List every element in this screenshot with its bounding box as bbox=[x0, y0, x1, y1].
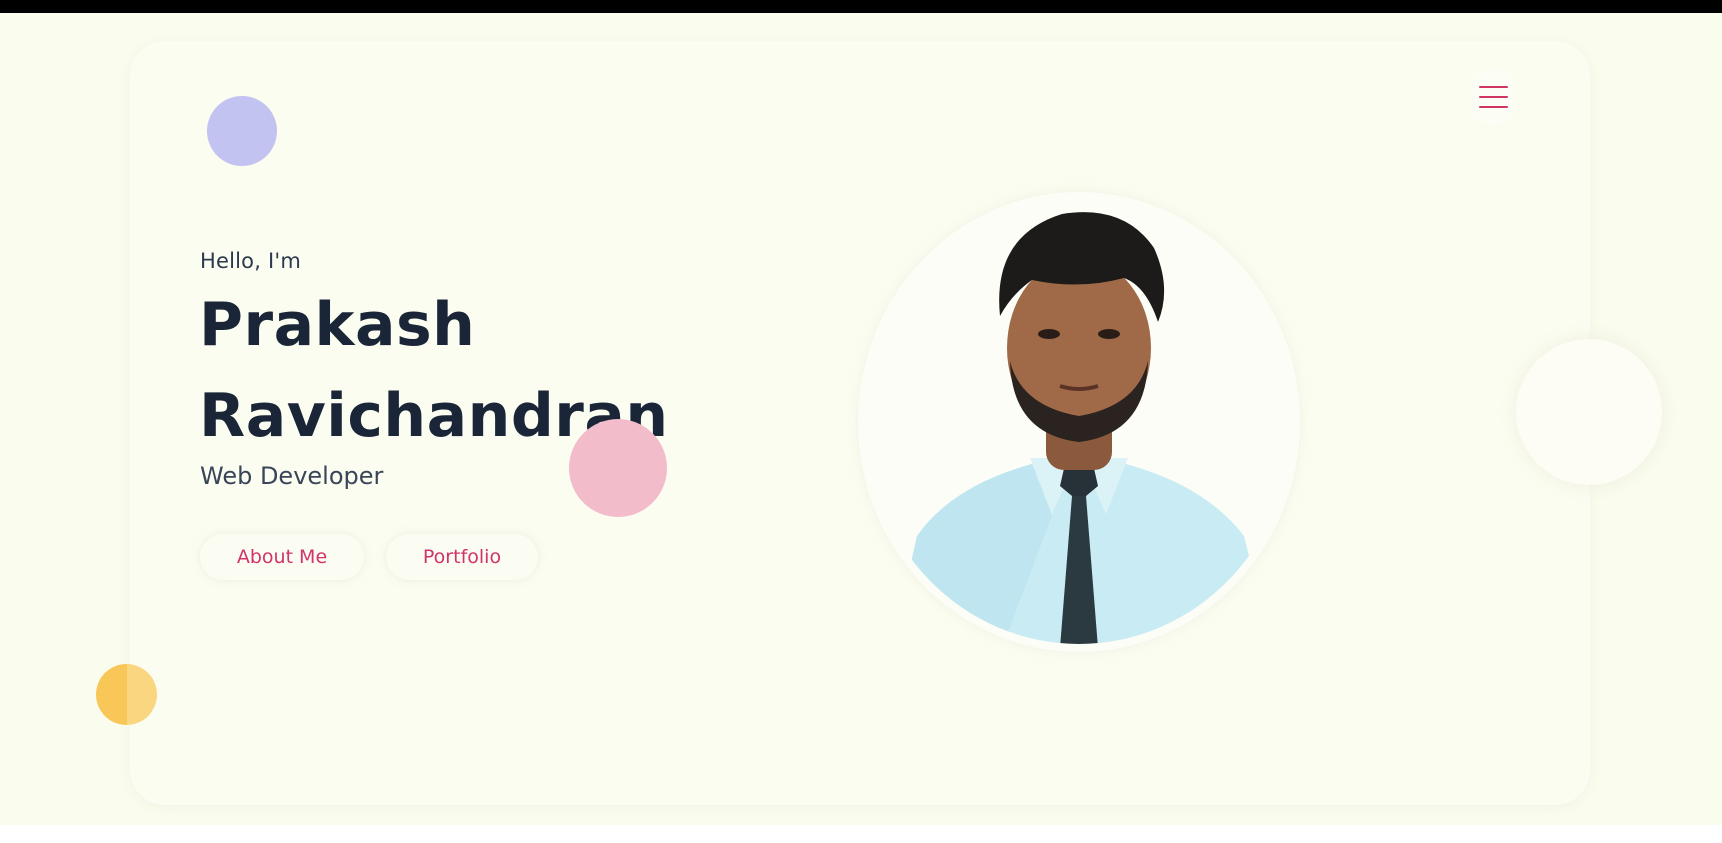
decorative-white-circle bbox=[1516, 339, 1662, 485]
top-black-bar bbox=[0, 0, 1722, 13]
decorative-pink-circle bbox=[569, 419, 667, 517]
about-me-button[interactable]: About Me bbox=[200, 534, 364, 580]
menu-button[interactable] bbox=[1473, 70, 1513, 124]
name-first: Prakash bbox=[199, 290, 476, 360]
role-subtitle: Web Developer bbox=[200, 462, 384, 490]
decorative-yellow-circle bbox=[96, 664, 157, 725]
portfolio-button[interactable]: Portfolio bbox=[386, 534, 538, 580]
profile-photo bbox=[866, 200, 1292, 644]
bottom-strip bbox=[0, 825, 1722, 843]
decorative-purple-circle bbox=[207, 96, 277, 166]
greeting-text: Hello, I'm bbox=[200, 249, 302, 273]
hamburger-menu-icon bbox=[1478, 86, 1508, 88]
